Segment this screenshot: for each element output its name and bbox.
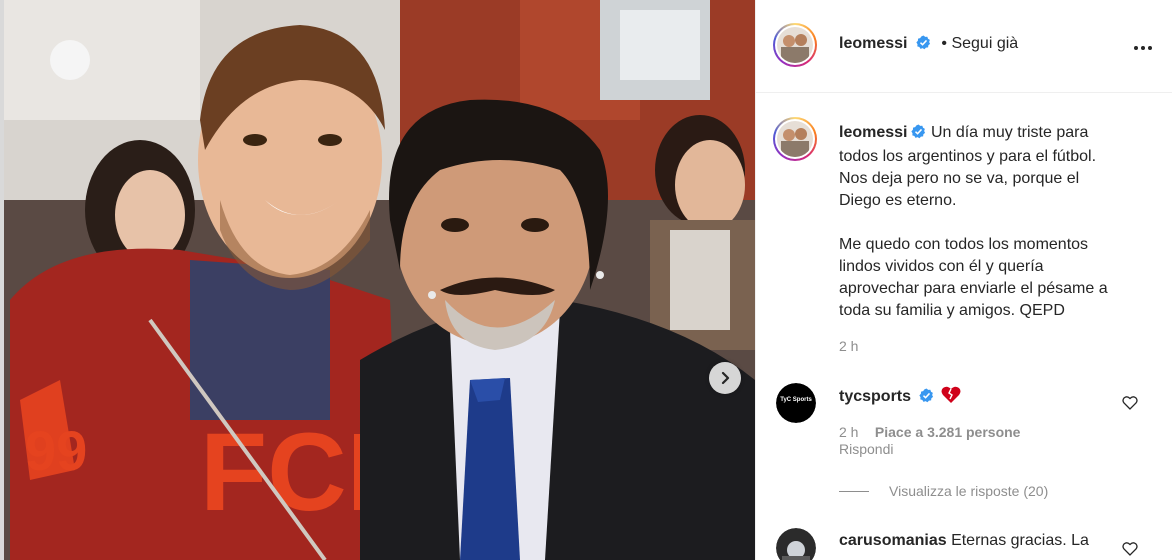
replies-divider (839, 491, 869, 492)
verified-badge-icon (916, 35, 931, 55)
post-photo-illustration: 99 FCB (0, 0, 755, 560)
broken-heart-icon (941, 386, 961, 409)
tycsports-logo-text: TyC Sports (780, 397, 812, 403)
caption-author-avatar[interactable] (773, 117, 817, 161)
comment-meta: 2 h Piace a 3.281 persone (839, 424, 1020, 442)
photo-edge (0, 0, 4, 560)
caption-text: Un día muy triste para (930, 124, 1089, 141)
post-caption: leomessi Un día muy triste para todos lo… (839, 122, 1139, 322)
like-comment-heart-icon[interactable] (1122, 395, 1138, 411)
caption-line: leomessi Un día muy triste para (839, 122, 1139, 146)
comment-body: carusomanias Eternas gracias. La (839, 532, 1089, 550)
like-comment-heart-icon[interactable] (1122, 541, 1138, 557)
caption-line: toda su familia y amigos. QEPD (839, 302, 1065, 319)
post-timestamp[interactable]: 2 h (839, 338, 858, 354)
caption-line: aprovechar para enviarle el pésame a (839, 280, 1108, 297)
post-header: leomessi • Segui già (756, 0, 1172, 93)
avatar-photo (777, 27, 813, 63)
author-avatar[interactable] (773, 23, 817, 67)
instagram-post-modal: 99 FCB leomessi • Segui già leomessi Un … (0, 0, 1172, 560)
comment-body: tycsports (839, 386, 961, 409)
comment-username[interactable]: tycsports (839, 388, 911, 405)
view-replies-button[interactable]: Visualizza le risposte (20) (889, 483, 1048, 499)
caption-line: todos los argentinos y para el fútbol. (839, 148, 1097, 165)
caption-line: Diego es eterno. (839, 192, 957, 209)
caption-line: Nos deja pero no se va, porque el (839, 170, 1080, 187)
next-photo-button[interactable] (709, 362, 741, 394)
verified-badge-icon (919, 388, 934, 408)
follow-separator: • (941, 35, 947, 52)
comment-text: Eternas gracias. La (951, 532, 1089, 549)
following-button[interactable]: Segui già (951, 35, 1018, 52)
caption-line: lindos vividos con él y quería (839, 258, 1044, 275)
comment-username[interactable]: carusomanias (839, 532, 947, 549)
tycsports-logo (776, 383, 816, 423)
comment-avatar[interactable] (776, 528, 816, 560)
post-side-panel: leomessi • Segui già leomessi Un día muy… (755, 0, 1172, 560)
comment-likes[interactable]: Piace a 3.281 persone (875, 424, 1021, 440)
post-photo: 99 FCB (0, 0, 755, 560)
comment-avatar[interactable]: TyC Sports (776, 383, 816, 423)
avatar-photo (777, 121, 813, 157)
reply-button[interactable]: Rispondi (839, 441, 893, 457)
avatar-photo (776, 528, 816, 560)
caption-author-username[interactable]: leomessi (839, 124, 907, 141)
more-options-icon[interactable] (1132, 38, 1154, 58)
chevron-right-icon (721, 371, 730, 385)
comment-time[interactable]: 2 h (839, 424, 858, 440)
caption-line: Me quedo con todos los momentos (839, 236, 1089, 253)
verified-badge-icon (911, 124, 926, 146)
header-user-line: leomessi • Segui già (839, 35, 1018, 55)
author-username[interactable]: leomessi (839, 35, 907, 52)
svg-text:99: 99 (25, 419, 87, 482)
